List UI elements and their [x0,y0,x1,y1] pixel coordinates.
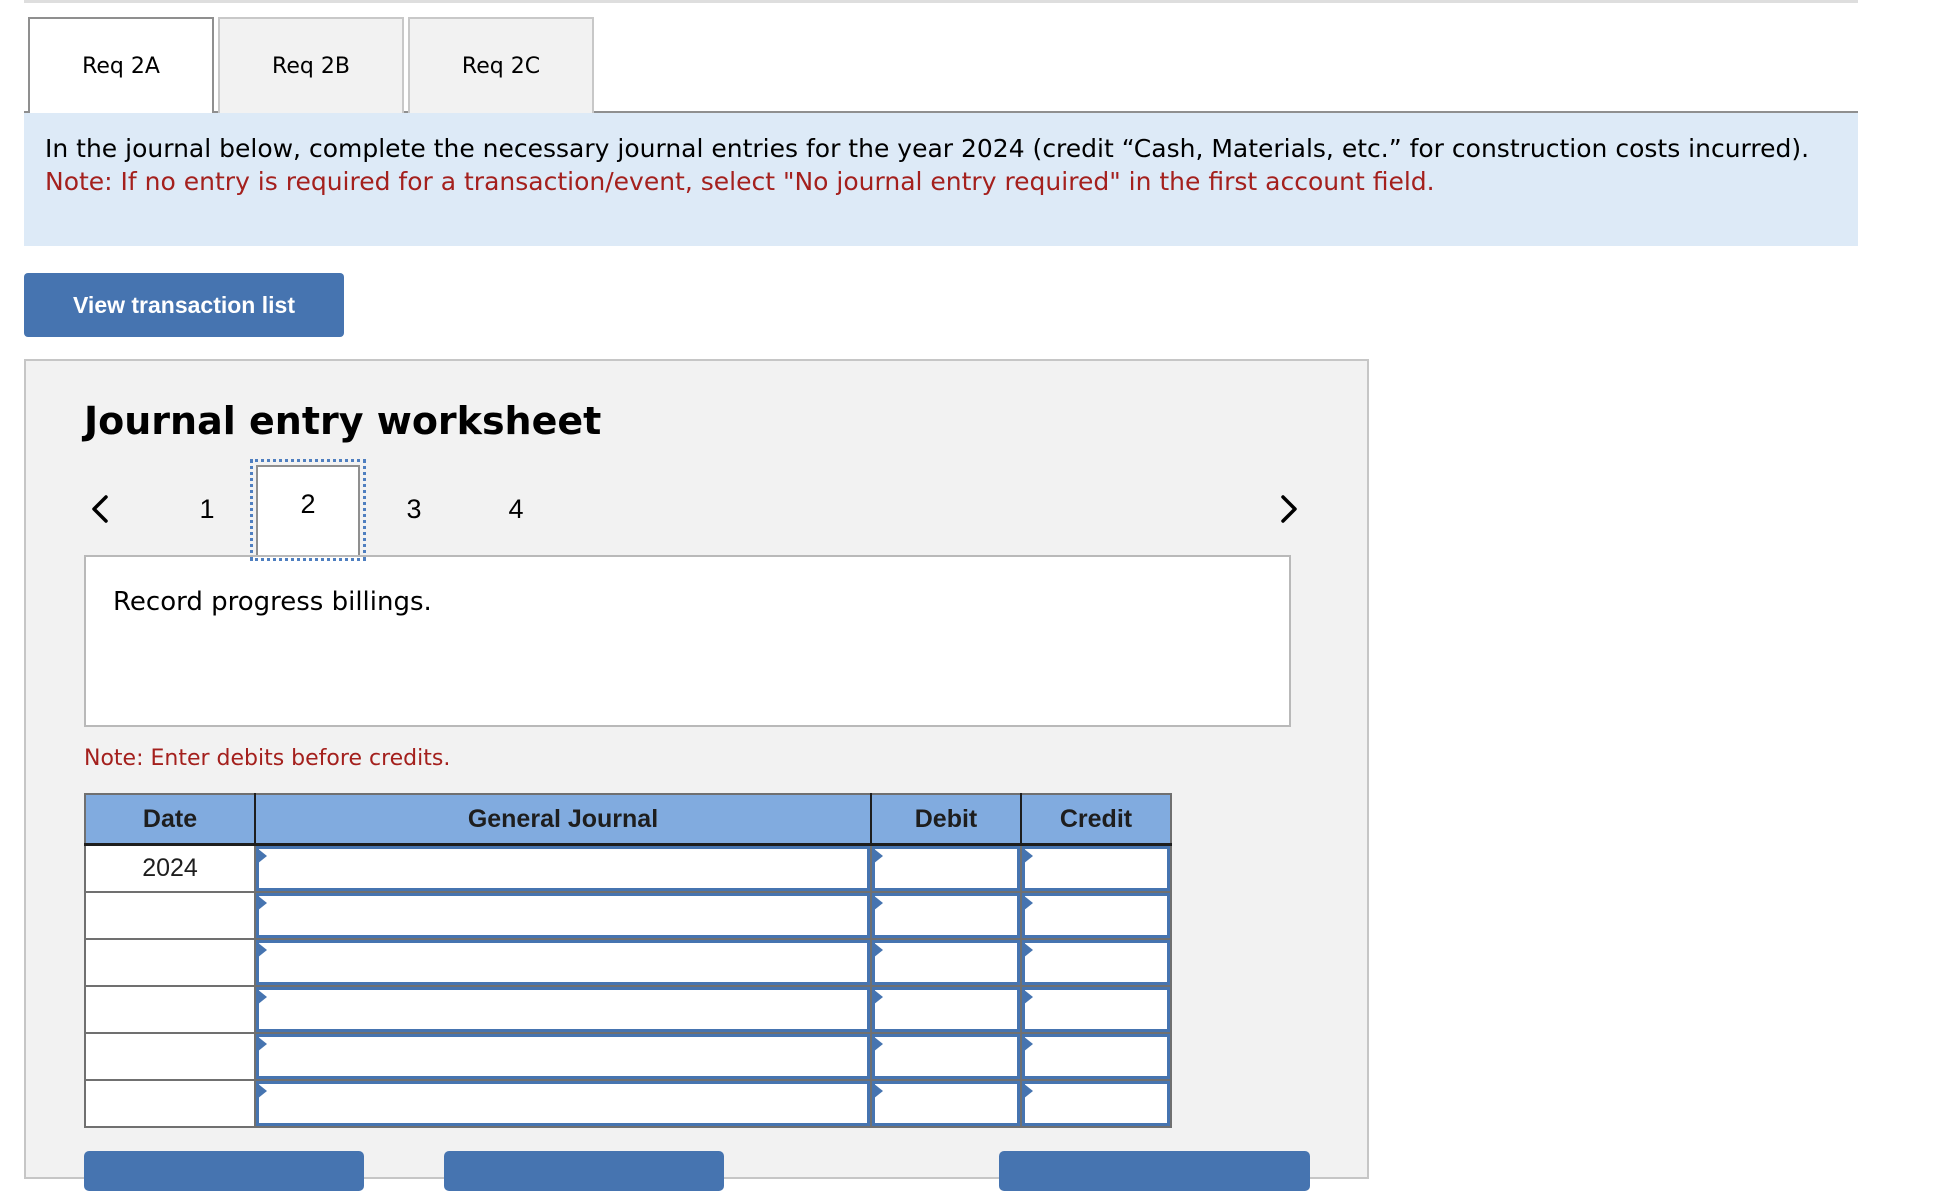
table-row [84,985,1172,1034]
instructions-text: In the journal below, complete the neces… [45,134,1810,163]
date-cell: 2024 [84,843,256,893]
account-field[interactable] [256,940,870,985]
table-row [84,938,1172,987]
header-general-journal: General Journal [254,794,871,846]
credit-field[interactable] [1022,846,1170,891]
account-field[interactable] [256,987,870,1032]
account-field[interactable] [256,1081,870,1126]
cell-marker-icon [873,1036,883,1052]
cell-marker-icon [1023,1036,1033,1052]
debit-field-cell [870,1079,1022,1128]
credit-field-cell [1020,1079,1172,1128]
clear-entry-button[interactable] [444,1151,724,1191]
credit-field[interactable] [1022,893,1170,938]
instructions-box: In the journal below, complete the neces… [24,113,1858,246]
account-field-cell [254,843,872,893]
table-header-row: Date General Journal Debit Credit [85,794,1171,846]
date-cell [84,938,256,987]
chevron-right-icon[interactable] [1273,489,1303,529]
date-cell [84,891,256,940]
worksheet-title: Journal entry worksheet [84,399,602,443]
credit-field[interactable] [1022,987,1170,1032]
journal-entry-worksheet: Journal entry worksheet 1 2 3 4 Record p… [24,359,1369,1191]
debit-field[interactable] [872,987,1020,1032]
tab-req-2c[interactable]: Req 2C [408,17,594,113]
worksheet-page-2[interactable]: 2 [250,459,366,561]
cell-marker-icon [257,1036,267,1052]
cell-marker-icon [257,895,267,911]
record-entry-button[interactable] [84,1151,364,1191]
transaction-description: Record progress billings. [113,587,432,617]
cell-marker-icon [257,848,267,864]
credit-field[interactable] [1022,940,1170,985]
cell-marker-icon [873,848,883,864]
credit-field-cell [1020,985,1172,1034]
cell-marker-icon [873,942,883,958]
header-date: Date [85,794,255,846]
chevron-left-icon[interactable] [86,489,116,529]
tab-req-2b[interactable]: Req 2B [218,17,404,113]
cell-marker-icon [1023,1083,1033,1099]
debit-field[interactable] [872,1034,1020,1079]
account-field[interactable] [256,1034,870,1079]
table-row [84,891,1172,940]
header-credit: Credit [1020,794,1171,846]
account-field[interactable] [256,846,870,891]
debit-field[interactable] [872,940,1020,985]
debit-field[interactable] [872,1081,1020,1126]
cell-marker-icon [873,1083,883,1099]
cell-marker-icon [257,942,267,958]
cell-marker-icon [1023,895,1033,911]
debit-credit-note: Note: Enter debits before credits. [84,746,451,771]
credit-field-cell [1020,843,1172,893]
instructions-note: Note: If no entry is required for a tran… [45,167,1435,196]
credit-field-cell [1020,938,1172,987]
debit-field-cell [870,938,1022,987]
credit-field[interactable] [1022,1081,1170,1126]
cell-marker-icon [257,989,267,1005]
general-journal-table: Date General Journal Debit Credit 2024 [84,793,1172,1128]
cell-marker-icon [1023,989,1033,1005]
credit-field-cell [1020,1032,1172,1081]
account-field-cell [254,985,872,1034]
cell-marker-icon [257,1083,267,1099]
view-general-journal-button[interactable] [999,1151,1310,1191]
debit-field[interactable] [872,846,1020,891]
table-row [84,1032,1172,1081]
debit-field[interactable] [872,893,1020,938]
debit-field-cell [870,985,1022,1034]
debit-field-cell [870,891,1022,940]
worksheet-page-3[interactable]: 3 [394,489,434,529]
credit-field[interactable] [1022,1034,1170,1079]
date-cell [84,1079,256,1128]
credit-field-cell [1020,891,1172,940]
worksheet-page-1[interactable]: 1 [187,489,227,529]
date-cell [84,985,256,1034]
requirement-tabs: Req 2A Req 2B Req 2C [24,17,1858,113]
account-field-cell [254,1032,872,1081]
header-debit: Debit [870,794,1021,846]
worksheet-page-4[interactable]: 4 [496,489,536,529]
transaction-description-box: Record progress billings. [84,555,1291,727]
tab-req-2a[interactable]: Req 2A [28,17,214,113]
account-field-cell [254,938,872,987]
debit-field-cell [870,843,1022,893]
view-transaction-list-button[interactable]: View transaction list [24,273,344,337]
top-divider [24,0,1858,3]
cell-marker-icon [873,895,883,911]
cell-marker-icon [873,989,883,1005]
table-row [84,1079,1172,1128]
table-row: 2024 [84,843,1172,893]
date-cell [84,1032,256,1081]
cell-marker-icon [1023,942,1033,958]
cell-marker-icon [1023,848,1033,864]
account-field-cell [254,1079,872,1128]
debit-field-cell [870,1032,1022,1081]
account-field[interactable] [256,893,870,938]
account-field-cell [254,891,872,940]
